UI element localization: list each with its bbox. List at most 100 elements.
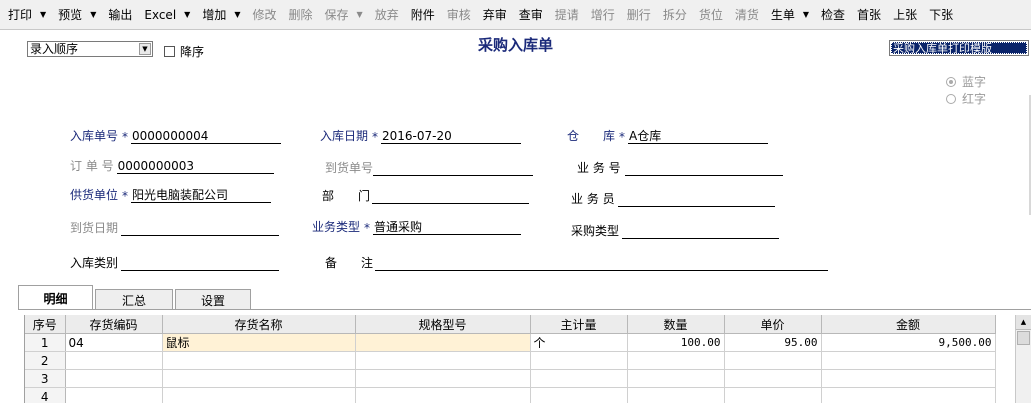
tab-settings[interactable]: 设置 [175, 289, 251, 310]
arrival-date-input[interactable] [121, 221, 280, 236]
warehouse-input[interactable]: A仓库 [628, 129, 769, 144]
cell-unit[interactable] [530, 369, 628, 388]
toolbar-button-21[interactable]: 首张 [851, 2, 887, 28]
toolbar-button-8[interactable]: 放弃 [369, 2, 405, 28]
radio-red[interactable]: 红字 [946, 90, 986, 107]
toolbar-button-2[interactable]: 输出 [102, 2, 138, 28]
department-input[interactable] [372, 189, 530, 204]
chevron-down-icon[interactable]: ▼ [357, 10, 363, 19]
toolbar-button-9[interactable]: 附件 [405, 2, 441, 28]
receipt-no-input[interactable]: 0000000004 [131, 129, 282, 144]
cell-name[interactable] [162, 387, 356, 403]
cell-spec[interactable] [355, 351, 531, 370]
toolbar-button-10[interactable]: 审核 [441, 2, 477, 28]
toolbar-button-12[interactable]: 查审 [513, 2, 549, 28]
toolbar-button-label: 增行 [590, 8, 615, 22]
col-header[interactable]: 主计量 [530, 315, 628, 334]
cell-code[interactable] [65, 369, 163, 388]
business-type-input[interactable]: 普通采购 [373, 220, 522, 235]
toolbar-button-0[interactable]: 打印 ▼ [2, 2, 52, 28]
business-no-input[interactable] [624, 161, 783, 176]
order-no-input[interactable]: 0000000003 [116, 159, 274, 174]
toolbar-button-5[interactable]: 修改 [246, 2, 282, 28]
toolbar-button-17[interactable]: 货位 [693, 2, 729, 28]
toolbar-button-7[interactable]: 保存 ▼ [319, 2, 369, 28]
table-row[interactable]: 4 [25, 387, 996, 403]
cell-qty[interactable] [627, 387, 725, 403]
cell-amount[interactable]: 9,500.00 [821, 333, 996, 352]
chevron-down-icon[interactable]: ▼ [40, 10, 46, 19]
toolbar-button-3[interactable]: Excel ▼ [138, 2, 196, 28]
toolbar-button-label: 删除 [288, 8, 313, 22]
receipt-category-input[interactable] [121, 256, 280, 271]
supplier-input[interactable]: 阳光电脑装配公司 [131, 188, 272, 203]
receipt-date-input[interactable]: 2016-07-20 [381, 129, 522, 144]
chevron-down-icon[interactable]: ▼ [234, 10, 240, 19]
cell-amount[interactable] [821, 387, 996, 403]
purchase-type-label: 采购类型 [571, 224, 620, 238]
cell-qty[interactable] [627, 369, 725, 388]
toolbar-button-14[interactable]: 增行 [585, 2, 621, 28]
arrival-no-input[interactable] [373, 161, 534, 176]
cell-price[interactable] [724, 369, 822, 388]
toolbar-button-4[interactable]: 增加 ▼ [196, 2, 246, 28]
scroll-thumb[interactable] [1017, 331, 1030, 345]
toolbar-button-23[interactable]: 下张 [923, 2, 959, 28]
tab-summary[interactable]: 汇总 [95, 289, 173, 310]
cell-qty[interactable]: 100.00 [627, 333, 725, 352]
col-header[interactable]: 序号 [25, 315, 66, 334]
col-header[interactable]: 单价 [724, 315, 822, 334]
cell-amount[interactable] [821, 351, 996, 370]
remark-input[interactable] [375, 256, 829, 271]
chevron-down-icon[interactable]: ▼ [184, 10, 190, 19]
cell-spec[interactable] [355, 387, 531, 403]
cell-unit[interactable]: 个 [530, 333, 628, 352]
grid-scrollbar[interactable]: ▲ [1015, 315, 1031, 403]
toolbar-button-13[interactable]: 提请 [549, 2, 585, 28]
receipt-date-label: 入库日期 [320, 129, 369, 143]
cell-code[interactable]: 04 [65, 333, 163, 352]
col-header[interactable]: 金额 [821, 315, 996, 334]
col-header[interactable]: 存货编码 [65, 315, 163, 334]
purchase-type-input[interactable] [622, 224, 780, 239]
toolbar-button-1[interactable]: 预览 ▼ [52, 2, 102, 28]
department-label: 部 门 [322, 189, 371, 203]
toolbar-button-6[interactable]: 删除 [283, 2, 319, 28]
toolbar-button-20[interactable]: 检查 [815, 2, 851, 28]
cell-name[interactable] [162, 351, 356, 370]
toolbar-button-18[interactable]: 清货 [729, 2, 765, 28]
cell-name[interactable]: 鼠标 [162, 333, 356, 352]
col-header[interactable]: 规格型号 [355, 315, 531, 334]
toolbar-button-15[interactable]: 删行 [621, 2, 657, 28]
cell-spec[interactable] [355, 333, 531, 352]
toolbar-button-16[interactable]: 拆分 [657, 2, 693, 28]
tab-detail[interactable]: 明细 [18, 285, 93, 310]
toolbar-button-22[interactable]: 上张 [887, 2, 923, 28]
cell-amount[interactable] [821, 369, 996, 388]
salesman-input[interactable] [617, 192, 775, 207]
table-row[interactable]: 1 04 鼠标 个 100.00 95.00 9,500.00 [25, 333, 996, 352]
radio-blue[interactable]: 蓝字 [946, 73, 986, 90]
scroll-up-icon[interactable]: ▲ [1016, 315, 1031, 330]
cell-name[interactable] [162, 369, 356, 388]
field-business-type: 业务类型 * 普通采购 [312, 217, 522, 235]
cell-price[interactable] [724, 387, 822, 403]
cell-code[interactable] [65, 387, 163, 403]
chevron-down-icon[interactable]: ▼ [803, 10, 809, 19]
cell-price[interactable] [724, 351, 822, 370]
table-row[interactable]: 2 [25, 351, 996, 370]
cell-spec[interactable] [355, 369, 531, 388]
cell-unit[interactable] [530, 387, 628, 403]
print-template-select[interactable]: 采购入库单打印模版 [889, 40, 1029, 56]
cell-unit[interactable] [530, 351, 628, 370]
radio-off-icon [946, 93, 956, 104]
cell-qty[interactable] [627, 351, 725, 370]
toolbar-button-19[interactable]: 生单 ▼ [765, 2, 815, 28]
cell-price[interactable]: 95.00 [724, 333, 822, 352]
col-header[interactable]: 数量 [627, 315, 725, 334]
chevron-down-icon[interactable]: ▼ [90, 10, 96, 19]
table-row[interactable]: 3 [25, 369, 996, 388]
cell-code[interactable] [65, 351, 163, 370]
col-header[interactable]: 存货名称 [162, 315, 356, 334]
toolbar-button-11[interactable]: 弃审 [477, 2, 513, 28]
